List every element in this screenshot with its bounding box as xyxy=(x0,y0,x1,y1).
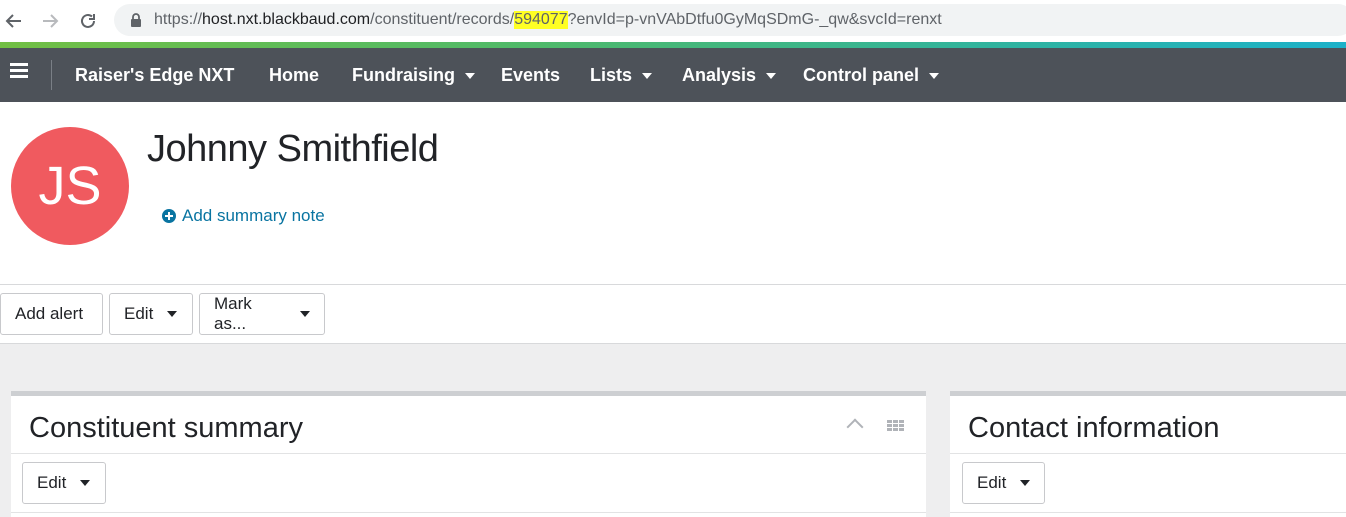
tile-title: Constituent summary xyxy=(29,412,303,444)
grid-icon[interactable] xyxy=(887,420,904,433)
button-label: Edit xyxy=(124,304,154,323)
button-label: Add alert xyxy=(15,304,84,323)
mark-as-dropdown-button[interactable]: Mark as... xyxy=(199,293,325,335)
url-query: ?envId=p-vnVAbDtfu0GyMqSDmG-_qw&svcId=re… xyxy=(567,11,942,28)
brand-name[interactable]: Raiser's Edge NXT xyxy=(75,65,234,86)
nav-item-label: Control panel xyxy=(803,65,919,85)
nav-item-home[interactable]: Home xyxy=(269,65,319,86)
app-navbar: Raiser's Edge NXT Home Fundraising Event… xyxy=(0,48,1346,102)
tile-title: Contact information xyxy=(968,412,1220,444)
edit-dropdown-button[interactable]: Edit xyxy=(109,293,193,335)
constituent-name: Johnny Smithfield xyxy=(147,128,439,170)
caret-down-icon xyxy=(465,72,475,79)
forward-arrow-icon[interactable] xyxy=(38,9,62,33)
nav-divider xyxy=(51,60,52,90)
button-label: Mark as... xyxy=(214,294,252,333)
browser-toolbar: https://host.nxt.blackbaud.com/constitue… xyxy=(0,0,1346,42)
nav-item-label: Events xyxy=(501,65,561,85)
add-alert-button[interactable]: Add alert xyxy=(0,293,103,335)
add-summary-note-link[interactable]: Add summary note xyxy=(162,206,325,226)
tile-divider xyxy=(950,512,1346,513)
summary-edit-button[interactable]: Edit xyxy=(22,462,106,504)
nav-item-fundraising[interactable]: Fundraising xyxy=(352,65,475,86)
contact-edit-button[interactable]: Edit xyxy=(962,462,1045,504)
nav-item-label: Home xyxy=(269,65,320,85)
avatar: JS xyxy=(11,127,129,245)
url-record-id: 594077 xyxy=(514,11,568,29)
button-label: Edit xyxy=(977,473,1007,492)
plus-circle-icon xyxy=(162,209,176,223)
divider xyxy=(0,284,1346,285)
nav-item-label: Lists xyxy=(590,65,633,85)
constituent-summary-tile: Constituent summary Edit xyxy=(11,391,926,517)
nav-item-label: Fundraising xyxy=(352,65,455,85)
contact-information-tile: Contact information Edit xyxy=(950,391,1346,517)
add-summary-note-label: Add summary note xyxy=(182,206,325,225)
url-prefix: https:// xyxy=(154,11,203,28)
caret-down-icon xyxy=(766,72,777,79)
url-path: /constituent/records/ xyxy=(370,11,515,28)
nav-item-events[interactable]: Events xyxy=(501,65,560,86)
caret-down-icon xyxy=(929,72,939,79)
tile-divider xyxy=(11,453,926,454)
caret-down-icon xyxy=(1020,480,1031,486)
caret-down-icon xyxy=(642,72,653,79)
chevron-up-icon[interactable] xyxy=(846,418,864,436)
nav-item-lists[interactable]: Lists xyxy=(590,65,653,86)
caret-down-icon xyxy=(167,311,178,317)
nav-item-control-panel[interactable]: Control panel xyxy=(803,65,939,86)
lock-icon xyxy=(131,13,141,27)
url-host: host.nxt.blackbaud.com xyxy=(202,11,371,28)
caret-down-icon xyxy=(300,311,310,317)
hamburger-menu-icon[interactable] xyxy=(10,63,28,79)
tile-divider xyxy=(11,512,926,513)
caret-down-icon xyxy=(80,480,91,486)
back-arrow-icon[interactable] xyxy=(2,9,26,33)
nav-item-analysis[interactable]: Analysis xyxy=(682,65,777,86)
address-bar[interactable]: https://host.nxt.blackbaud.com/constitue… xyxy=(114,4,1346,36)
reload-icon[interactable] xyxy=(76,9,100,33)
tile-divider xyxy=(950,453,1346,454)
nav-item-label: Analysis xyxy=(682,65,757,85)
button-label: Edit xyxy=(37,473,67,492)
